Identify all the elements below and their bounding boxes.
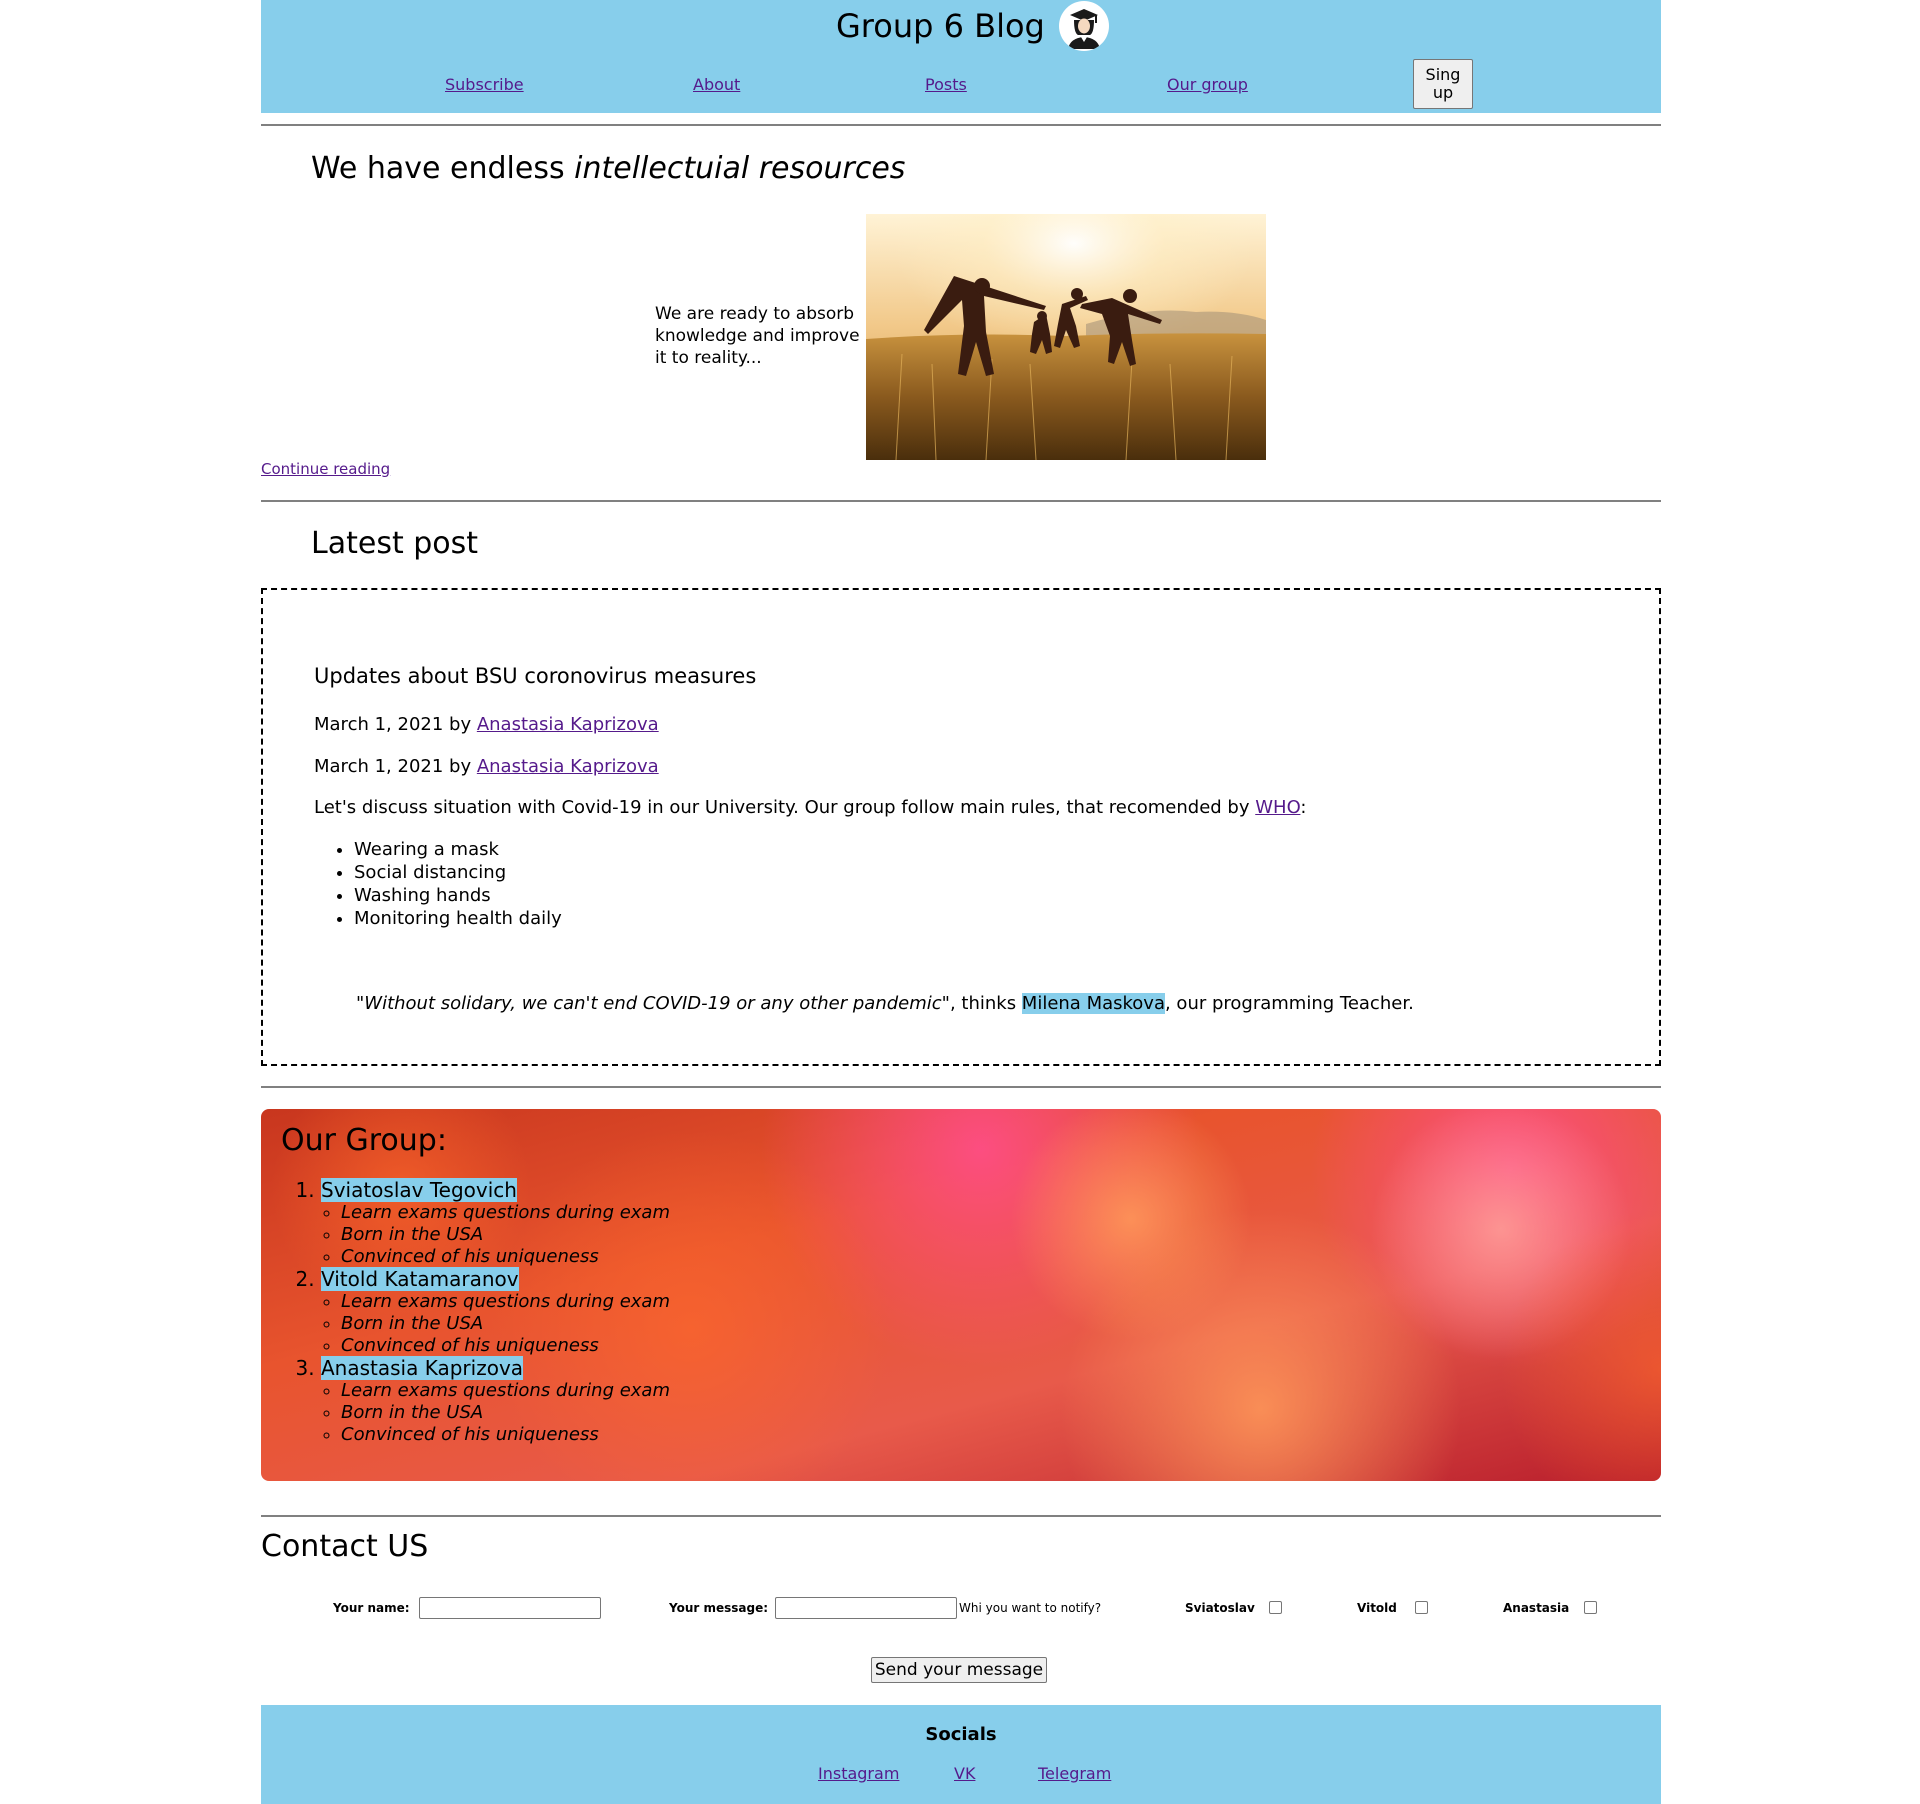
- name-label: Your name:: [333, 1601, 410, 1615]
- site-title: Group 6 Blog: [836, 7, 1045, 45]
- member-fact: Learn exams questions during exam: [341, 1291, 670, 1313]
- hero-heading-plain: We have endless: [311, 151, 575, 186]
- member-fact: Learn exams questions during exam: [341, 1380, 670, 1402]
- hero-heading: We have endless intellectuial resources: [311, 151, 905, 186]
- member-item: Vitold Katamaranov Learn exams questions…: [321, 1267, 670, 1357]
- post-author-link[interactable]: Anastasia Kaprizova: [477, 756, 659, 777]
- social-link-telegram[interactable]: Telegram: [1038, 1764, 1111, 1783]
- quote: "Without solidary, we can't end COVID-19…: [356, 993, 1414, 1014]
- socials-title: Socials: [925, 1724, 997, 1745]
- send-message-button[interactable]: Send your message: [871, 1657, 1047, 1683]
- member-item: Anastasia Kaprizova Learn exams question…: [321, 1356, 670, 1446]
- member-fact: Convinced of his uniqueness: [341, 1246, 670, 1268]
- nav-our-group[interactable]: Our group: [1167, 75, 1248, 94]
- notify-label: Whi you want to notify?: [959, 1601, 1102, 1615]
- recipient-checkbox-sviatoslav[interactable]: [1269, 1601, 1282, 1614]
- graduate-avatar-icon: [1058, 1, 1109, 51]
- list-item: Monitoring health daily: [354, 907, 562, 930]
- divider: [261, 1515, 1661, 1517]
- latest-post-heading: Latest post: [311, 526, 479, 561]
- nav-about[interactable]: About: [693, 75, 740, 94]
- list-item: Wearing a mask: [354, 838, 562, 861]
- recipient-label-anastasia: Anastasia: [1503, 1601, 1570, 1615]
- post-intro: Let's discuss situation with Covid-19 in…: [314, 797, 1307, 818]
- continue-reading-link[interactable]: Continue reading: [261, 460, 390, 478]
- divider: [261, 500, 1661, 502]
- family-running-photo: [866, 214, 1266, 460]
- list-item: Social distancing: [354, 861, 562, 884]
- recipient-checkbox-anastasia[interactable]: [1584, 1601, 1597, 1614]
- rules-list: Wearing a mask Social distancing Washing…: [314, 838, 562, 930]
- site-footer: Socials Instagram VK Telegram: [261, 1705, 1661, 1804]
- who-link[interactable]: WHO: [1255, 797, 1300, 818]
- post-intro-text: Let's discuss situation with Covid-19 in…: [314, 797, 1256, 818]
- social-link-vk[interactable]: VK: [954, 1764, 975, 1783]
- hero-heading-italic: intellectuial resources: [574, 151, 906, 186]
- post-title: Updates about BSU coronovirus measures: [314, 664, 757, 688]
- social-link-instagram[interactable]: Instagram: [818, 1764, 899, 1783]
- member-facts: Learn exams questions during exam Born i…: [321, 1202, 670, 1268]
- member-name: Vitold Katamaranov: [321, 1267, 519, 1291]
- latest-post-card: Updates about BSU coronovirus measures M…: [261, 588, 1661, 1066]
- nav-posts[interactable]: Posts: [925, 75, 967, 94]
- post-author-link[interactable]: Anastasia Kaprizova: [477, 714, 659, 735]
- post-meta: March 1, 2021 by Anastasia Kaprizova: [314, 756, 659, 777]
- member-fact: Born in the USA: [341, 1224, 670, 1246]
- quote-person: Milena Maskova: [1021, 993, 1165, 1014]
- list-item: Washing hands: [354, 884, 562, 907]
- post-date: March 1, 2021 by: [314, 714, 477, 735]
- recipient-checkbox-vitold[interactable]: [1415, 1601, 1428, 1614]
- message-input[interactable]: [775, 1597, 957, 1619]
- brand: Group 6 Blog: [836, 0, 1109, 52]
- name-input[interactable]: [419, 1597, 601, 1619]
- signup-button[interactable]: Sing up: [1413, 59, 1473, 109]
- our-group-heading: Our Group:: [281, 1123, 447, 1158]
- post-meta: March 1, 2021 by Anastasia Kaprizova: [314, 714, 659, 735]
- member-name: Sviatoslav Tegovich: [321, 1178, 517, 1202]
- page: Group 6 Blog Subscribe About Posts Our g…: [0, 0, 1920, 1804]
- member-item: Sviatoslav Tegovich Learn exams question…: [321, 1178, 670, 1268]
- member-facts: Learn exams questions during exam Born i…: [321, 1380, 670, 1446]
- nav-subscribe[interactable]: Subscribe: [445, 75, 524, 94]
- member-fact: Convinced of his uniqueness: [341, 1424, 670, 1446]
- post-date: March 1, 2021 by: [314, 756, 477, 777]
- member-facts: Learn exams questions during exam Born i…: [321, 1291, 670, 1357]
- divider: [261, 1086, 1661, 1088]
- contact-heading: Contact US: [261, 1529, 429, 1564]
- our-group-section: Our Group: Sviatoslav Tegovich Learn exa…: [261, 1109, 1661, 1481]
- hero-text: We are ready to absorb knowledge and imp…: [655, 304, 860, 368]
- member-fact: Born in the USA: [341, 1402, 670, 1424]
- message-label: Your message:: [669, 1601, 769, 1615]
- quote-end: , our programming Teacher.: [1164, 993, 1414, 1014]
- member-fact: Convinced of his uniqueness: [341, 1335, 670, 1357]
- member-name: Anastasia Kaprizova: [321, 1356, 524, 1380]
- divider: [261, 124, 1661, 126]
- quote-mid: , thinks: [949, 993, 1022, 1014]
- site-header: Group 6 Blog Subscribe About Posts Our g…: [261, 0, 1661, 113]
- recipient-label-sviatoslav: Sviatoslav: [1185, 1601, 1255, 1615]
- member-fact: Born in the USA: [341, 1313, 670, 1335]
- members-list: Sviatoslav Tegovich Learn exams question…: [281, 1178, 670, 1446]
- recipient-label-vitold: Vitold: [1357, 1601, 1397, 1615]
- post-intro-suffix: :: [1300, 797, 1307, 818]
- member-fact: Learn exams questions during exam: [341, 1202, 670, 1224]
- quote-text: "Without solidary, we can't end COVID-19…: [356, 993, 950, 1014]
